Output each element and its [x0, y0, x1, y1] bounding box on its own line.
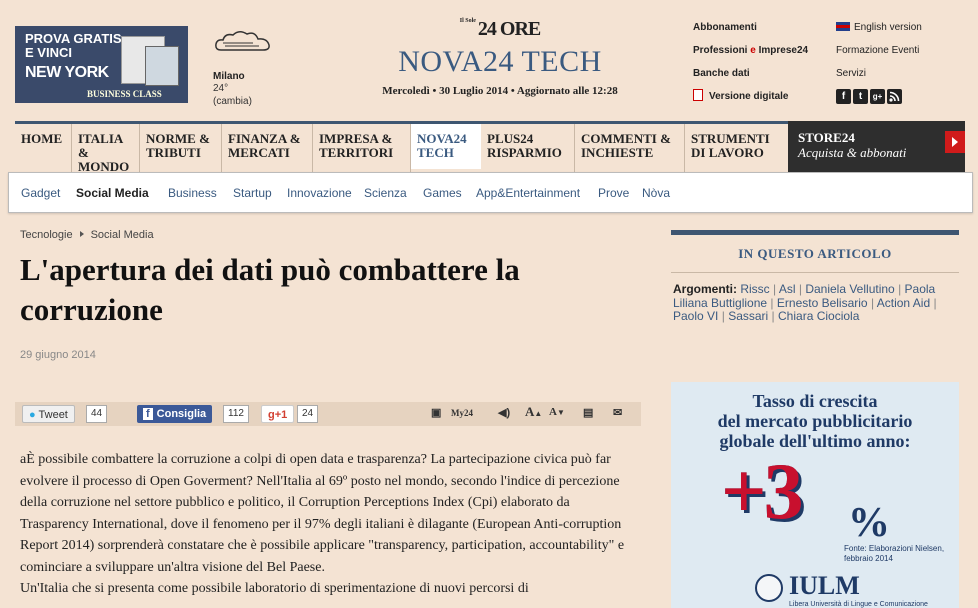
social-links: f t g+: [836, 89, 971, 112]
article-paragraph: Un'Italia che si presenta come possibile…: [20, 581, 529, 596]
nav-strumenti-lavoro[interactable]: STRUMENTI DI LAVORO: [685, 124, 788, 172]
promo-tagline: BUSINESS CLASS: [87, 89, 162, 99]
arrow-right-icon[interactable]: [945, 131, 965, 153]
rss-icon[interactable]: [887, 89, 902, 104]
tag-link[interactable]: Rissc: [740, 282, 769, 296]
uk-flag-icon: [836, 22, 850, 31]
ad-big-number: +3: [721, 448, 804, 536]
gplus-button[interactable]: g+1: [261, 405, 295, 423]
ad-source: Fonte: Elaborazioni Nielsen, febbraio 201…: [844, 544, 945, 563]
tweet-button[interactable]: ● Tweet: [22, 405, 75, 423]
my24-button[interactable]: My24: [451, 408, 473, 418]
bookmark-icon[interactable]: ▣: [431, 406, 441, 419]
twitter-icon[interactable]: t: [853, 89, 868, 104]
tag-link[interactable]: Sassari: [728, 309, 768, 323]
promo-banner[interactable]: PROVA GRATIS E VINCI NEW YORK BUSINESS CL…: [15, 26, 188, 103]
font-increase-button[interactable]: A▲: [525, 404, 542, 420]
main-nav: HOME ITALIA & MONDO NORME & TRIBUTI FINANZ…: [15, 121, 965, 174]
tag-link[interactable]: Daniela Vellutino: [805, 282, 894, 296]
iulm-logo: IULM: [789, 571, 860, 600]
weather-widget: Milano 24° (cambia): [213, 28, 293, 108]
like-count: 112: [223, 405, 249, 423]
pdf-icon: [693, 89, 703, 101]
nav-finanza-mercati[interactable]: FINANZA & MERCATI: [222, 124, 313, 172]
subnav-business[interactable]: Business: [168, 186, 217, 200]
nav-plus24-risparmio[interactable]: PLUS24 RISPARMIO: [481, 124, 575, 172]
link-formazione-eventi[interactable]: Formazione Eventi: [836, 43, 971, 66]
header-date: Mercoledì • 30 Luglio 2014 • Aggiornato …: [382, 85, 618, 97]
sub-nav: Gadget Social Media Business Startup Inn…: [8, 172, 973, 213]
link-versione-digitale[interactable]: Versione digitale: [693, 89, 823, 112]
tag-link[interactable]: Chiara Ciociola: [778, 309, 859, 323]
breadcrumb-tecnologie[interactable]: Tecnologie: [20, 229, 73, 241]
link-abbonamenti[interactable]: Abbonamenti: [693, 20, 823, 43]
audio-icon[interactable]: ◀): [498, 406, 510, 419]
site-logo[interactable]: Il Sole 24 ORE NOVA24 TECH Mercoledì • 30…: [380, 18, 620, 97]
breadcrumb-social-media[interactable]: Social Media: [91, 229, 154, 241]
subnav-games[interactable]: Games: [423, 186, 462, 200]
sole24ore-logo: Il Sole 24 ORE: [459, 18, 542, 40]
share-toolbar: ● Tweet 44 f Consiglia 112 g+1 24 ▣ My24 …: [15, 402, 641, 426]
link-banche-dati[interactable]: Banche dati: [693, 66, 823, 89]
article-paragraph: aÈ possibile combattere la corruzione a …: [20, 452, 625, 575]
tag-link[interactable]: Action Aid: [877, 296, 930, 310]
subnav-app-entertainment[interactable]: App&Entertainment: [476, 186, 580, 200]
article-body: aÈ possibile combattere la corruzione a …: [20, 449, 640, 600]
triangle-right-icon: [79, 231, 84, 237]
subnav-nova[interactable]: Nòva: [642, 186, 670, 200]
sidebar-title: IN QUESTO ARTICOLO: [738, 246, 892, 261]
link-servizi[interactable]: Servizi: [836, 66, 971, 89]
nav-norme-tributi[interactable]: NORME & TRIBUTI: [140, 124, 222, 172]
breadcrumb: Tecnologie Social Media: [20, 229, 154, 241]
sidebar-divider: [671, 272, 959, 273]
subnav-scienza[interactable]: Scienza: [364, 186, 407, 200]
weather-city: Milano: [213, 71, 245, 82]
facebook-icon[interactable]: f: [836, 89, 851, 104]
subnav-gadget[interactable]: Gadget: [21, 186, 60, 200]
section-title: NOVA24 TECH: [398, 45, 602, 78]
tag-list: Argomenti: Rissc | Asl | Daniela Velluti…: [673, 282, 937, 323]
ad-headline: Tasso di crescita del mercato pubblicitar…: [717, 391, 913, 451]
email-icon[interactable]: ✉: [613, 406, 622, 419]
tag-link[interactable]: Asl: [779, 282, 796, 296]
nav-nova24-tech[interactable]: NOVA24 TECH: [411, 121, 481, 169]
article-date: 29 giugno 2014: [20, 349, 96, 361]
tags-label: Argomenti:: [673, 282, 737, 296]
gplus-count: 24: [297, 405, 319, 423]
print-icon[interactable]: ▤: [583, 406, 593, 419]
link-professioni-imprese[interactable]: Professioni e Imprese24: [693, 43, 823, 66]
link-english-version[interactable]: English version: [836, 20, 971, 43]
nav-home[interactable]: HOME: [15, 124, 72, 172]
font-decrease-button[interactable]: A▼: [549, 406, 565, 418]
subnav-prove[interactable]: Prove: [598, 186, 629, 200]
subnav-innovazione[interactable]: Innovazione: [287, 186, 352, 200]
ad-percent-sign: %: [848, 500, 890, 546]
tweet-count: 44: [86, 405, 108, 423]
tablet-image: [145, 46, 179, 86]
subnav-social-media[interactable]: Social Media: [76, 186, 149, 200]
nav-store24[interactable]: STORE24 Acquista & abbonati: [788, 121, 965, 172]
nav-italia-mondo[interactable]: ITALIA & MONDO: [72, 124, 140, 174]
promo-line: PROVA GRATIS E VINCI: [25, 31, 122, 60]
sidebar-rule: [671, 230, 959, 235]
weather-temp: 24°: [213, 83, 229, 94]
nav-commenti-inchieste[interactable]: COMMENTI & INCHIESTE: [575, 124, 685, 172]
iulm-tagline: Libera Università di Lingue e Comunicazi…: [789, 601, 928, 608]
promo-destination: NEW YORK: [25, 64, 109, 81]
twitter-bird-icon: ●: [29, 409, 36, 421]
tag-link[interactable]: Ernesto Belisario: [777, 296, 868, 310]
nav-impresa-territori[interactable]: IMPRESA & TERRITORI: [313, 124, 411, 172]
facebook-icon: f: [143, 408, 153, 420]
iulm-seal-icon: [755, 574, 783, 602]
cloud-icon: [215, 31, 270, 51]
weather-change-link[interactable]: (cambia): [213, 95, 293, 108]
iulm-advertisement[interactable]: Tasso di crescita del mercato pubblicitar…: [671, 382, 959, 608]
subnav-startup[interactable]: Startup: [233, 186, 272, 200]
googleplus-icon[interactable]: g+: [870, 89, 885, 104]
article-title: L'apertura dei dati può combattere la co…: [20, 252, 520, 327]
tag-link[interactable]: Paolo VI: [673, 309, 718, 323]
facebook-like-button[interactable]: f Consiglia: [137, 405, 213, 423]
